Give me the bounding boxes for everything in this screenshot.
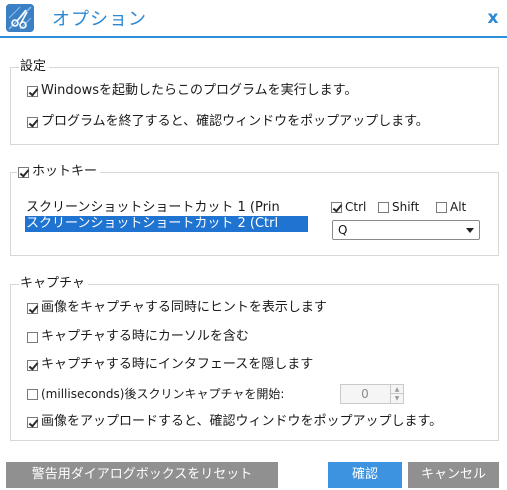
app-scissors-icon	[6, 4, 34, 32]
settings-group-title: 設定	[19, 59, 50, 75]
cancel-button[interactable]: キャンセル	[408, 462, 499, 488]
confirm-upload-option[interactable]: 画像をアップロードすると、確認ウィンドウをポップアップします。	[27, 414, 442, 430]
hotkey-list[interactable]: スクリーンショットショートカット 1 (Prin スクリーンショットショートカッ…	[25, 200, 308, 232]
delay-capture-label: (milliseconds)後スクリンキャプチャを開始:	[41, 387, 285, 401]
hotkey-group-title: ホットキー	[32, 164, 98, 179]
chevron-down-icon	[466, 228, 474, 233]
show-hint-label: 画像をキャプチャする同時にヒントを表示します	[41, 300, 327, 315]
title-bar: オプション x	[0, 0, 507, 36]
ctrl-modifier-option[interactable]: Ctrl	[331, 200, 366, 214]
run-on-startup-option[interactable]: Windowsを起動したらこのプログラムを実行します。	[27, 83, 357, 99]
shift-label: Shift	[392, 200, 420, 214]
alt-checkbox[interactable]	[436, 201, 447, 213]
hotkey-group-header[interactable]: ホットキー	[17, 164, 101, 180]
settings-group: 設定 Windowsを起動したらこのプログラムを実行します。 プログラムを終了す…	[10, 59, 499, 145]
capture-group-title: キャプチャ	[19, 276, 88, 292]
delay-capture-checkbox[interactable]	[27, 388, 38, 400]
hotkey-enable-checkbox[interactable]	[18, 166, 29, 178]
hotkey-key-select[interactable]: Q	[332, 220, 480, 240]
confirm-upload-checkbox[interactable]	[27, 416, 38, 428]
shift-modifier-option[interactable]: Shift	[378, 200, 419, 214]
hide-interface-label: キャプチャする時にインタフェースを隠します	[41, 357, 314, 372]
hide-interface-checkbox[interactable]	[27, 359, 38, 371]
ok-button[interactable]: 確認	[328, 462, 402, 488]
spinner-down-icon[interactable]: ▼	[390, 394, 403, 403]
hotkey-key-value: Q	[338, 223, 348, 237]
hotkey-group: ホットキー スクリーンショットショートカット 1 (Prin スクリーンショット…	[10, 164, 499, 256]
confirm-on-exit-checkbox[interactable]	[27, 116, 38, 128]
window-title: オプション	[52, 9, 147, 30]
delay-value: 0	[361, 387, 369, 401]
delay-spinner[interactable]: 0 ▲ ▼	[340, 384, 404, 404]
alt-modifier-option[interactable]: Alt	[436, 200, 466, 214]
show-hint-checkbox[interactable]	[27, 302, 38, 314]
capture-group: キャプチャ 画像をキャプチャする同時にヒントを表示します キャプチャする時にカー…	[10, 276, 499, 441]
run-on-startup-label: Windowsを起動したらこのプログラムを実行します。	[41, 83, 358, 98]
hide-interface-option[interactable]: キャプチャする時にインタフェースを隠します	[27, 357, 313, 373]
run-on-startup-checkbox[interactable]	[27, 85, 38, 97]
include-cursor-checkbox[interactable]	[27, 331, 38, 343]
hotkey-list-item[interactable]: スクリーンショットショートカット 1 (Prin	[25, 200, 308, 216]
hotkey-list-item-selected[interactable]: スクリーンショットショートカット 2 (Ctrl	[25, 216, 308, 232]
confirm-on-exit-option[interactable]: プログラムを終了すると、確認ウィンドウをポップアップします。	[27, 114, 429, 130]
confirm-on-exit-label: プログラムを終了すると、確認ウィンドウをポップアップします。	[41, 114, 429, 129]
include-cursor-label: キャプチャする時にカーソルを含む	[41, 329, 249, 344]
reset-dialogs-button[interactable]: 警告用ダイアログボックスをリセット	[6, 462, 278, 488]
ctrl-label: Ctrl	[345, 200, 367, 214]
delay-capture-option[interactable]: (milliseconds)後スクリンキャプチャを開始:	[27, 386, 284, 402]
spinner-up-icon[interactable]: ▲	[390, 385, 403, 394]
show-hint-option[interactable]: 画像をキャプチャする同時にヒントを表示します	[27, 300, 327, 316]
close-button[interactable]: x	[482, 7, 504, 29]
title-accent-line	[0, 36, 507, 38]
shift-checkbox[interactable]	[378, 201, 389, 213]
ctrl-checkbox[interactable]	[331, 201, 342, 213]
include-cursor-option[interactable]: キャプチャする時にカーソルを含む	[27, 329, 249, 345]
alt-label: Alt	[450, 200, 467, 214]
confirm-upload-label: 画像をアップロードすると、確認ウィンドウをポップアップします。	[41, 414, 443, 429]
